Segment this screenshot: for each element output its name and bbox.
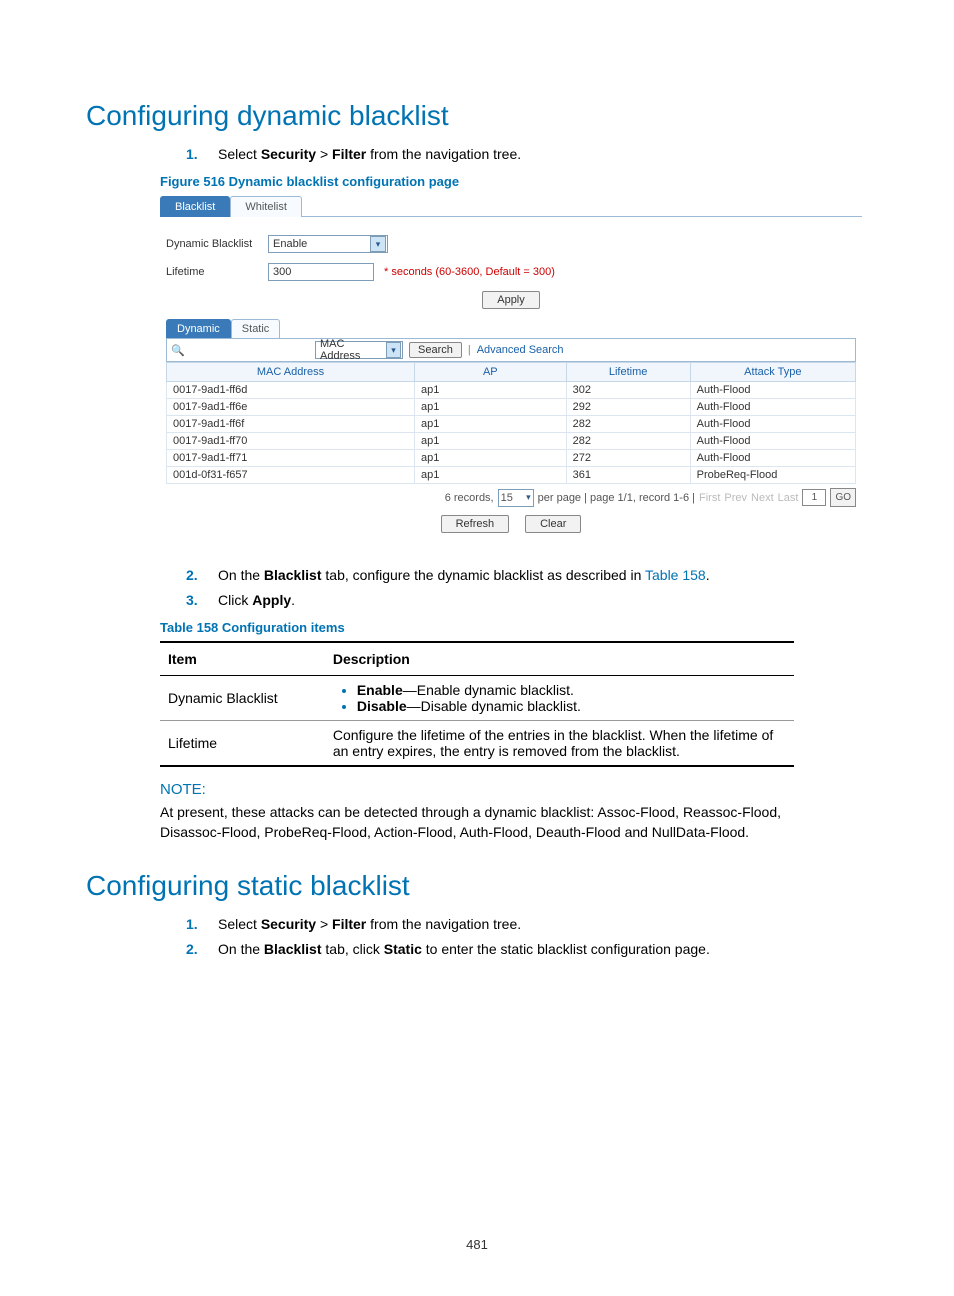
clear-button[interactable]: Clear <box>525 515 581 533</box>
table-row: 001d-0f31-f657ap1361ProbeReq-Flood <box>167 467 856 484</box>
search-icon: 🔍 <box>171 344 183 357</box>
label-lifetime: Lifetime <box>166 266 262 278</box>
step-number: 1. <box>186 144 200 164</box>
pager-page-input[interactable]: 1 <box>802 489 826 506</box>
pager-next[interactable]: Next <box>751 492 774 504</box>
table-row: 0017-9ad1-ff6eap1292Auth-Flood <box>167 399 856 416</box>
step-number: 3. <box>186 590 200 610</box>
cfg-desc: Enable—Enable dynamic blacklist. Disable… <box>325 675 794 720</box>
table-caption: Table 158 Configuration items <box>160 620 868 635</box>
chevron-down-icon: ▾ <box>386 342 401 358</box>
figure-screenshot: Blacklist Whitelist Dynamic Blacklist En… <box>160 195 862 541</box>
th-item: Item <box>160 642 325 676</box>
pager-go-button[interactable]: GO <box>830 488 856 507</box>
cfg-item: Dynamic Blacklist <box>160 675 325 720</box>
page-number: 481 <box>0 1237 954 1252</box>
label-dynamic-blacklist: Dynamic Blacklist <box>166 238 262 250</box>
note-body: At present, these attacks can be detecte… <box>160 802 794 843</box>
select-dynamic-blacklist[interactable]: Enable ▾ <box>268 235 388 253</box>
step-text: On the Blacklist tab, click Static to en… <box>218 939 710 959</box>
apply-button[interactable]: Apply <box>482 291 540 309</box>
config-items-table: Item Description Dynamic Blacklist Enabl… <box>160 641 794 767</box>
blacklist-table: MAC Address AP Lifetime Attack Type 0017… <box>166 362 856 484</box>
step-number: 2. <box>186 939 200 959</box>
pager-prev[interactable]: Prev <box>724 492 747 504</box>
pager-first[interactable]: First <box>699 492 720 504</box>
cfg-item: Lifetime <box>160 720 325 766</box>
col-attack-type[interactable]: Attack Type <box>690 363 855 382</box>
table-ref-link[interactable]: Table 158 <box>645 567 706 583</box>
subtab-static[interactable]: Static <box>231 319 281 338</box>
input-lifetime[interactable]: 300 <box>268 263 374 281</box>
pager-last[interactable]: Last <box>778 492 799 504</box>
select-page-size[interactable]: 15▾ <box>498 489 534 507</box>
col-ap[interactable]: AP <box>415 363 567 382</box>
chevron-down-icon: ▾ <box>370 236 386 252</box>
step-number: 2. <box>186 565 200 585</box>
heading-static-blacklist: Configuring static blacklist <box>86 870 868 902</box>
subtab-dynamic[interactable]: Dynamic <box>166 319 231 338</box>
step-text: Select Security > Filter from the naviga… <box>218 914 521 934</box>
refresh-button[interactable]: Refresh <box>441 515 510 533</box>
steps-static: 1. Select Security > Filter from the nav… <box>86 914 868 959</box>
tab-blacklist[interactable]: Blacklist <box>160 196 230 217</box>
table-row: 0017-9ad1-ff6fap1282Auth-Flood <box>167 416 856 433</box>
pager: 6 records, 15▾ per page | page 1/1, reco… <box>166 484 856 511</box>
hint-lifetime: * seconds (60-3600, Default = 300) <box>384 266 555 278</box>
table-row: 0017-9ad1-ff71ap1272Auth-Flood <box>167 450 856 467</box>
note-label: NOTE: <box>160 781 794 798</box>
step-number: 1. <box>186 914 200 934</box>
steps-dynamic: 1. Select Security > Filter from the nav… <box>86 144 868 164</box>
step-text: On the Blacklist tab, configure the dyna… <box>218 565 710 585</box>
table-row: 0017-9ad1-ff6dap1302Auth-Flood <box>167 382 856 399</box>
tab-whitelist[interactable]: Whitelist <box>230 196 302 217</box>
th-description: Description <box>325 642 794 676</box>
advanced-search-link[interactable]: Advanced Search <box>477 344 564 356</box>
step-text: Click Apply. <box>218 590 295 610</box>
steps-dynamic-cont: 2. On the Blacklist tab, configure the d… <box>86 565 868 610</box>
heading-dynamic-blacklist: Configuring dynamic blacklist <box>86 100 868 132</box>
col-lifetime[interactable]: Lifetime <box>566 363 690 382</box>
cfg-desc: Configure the lifetime of the entries in… <box>325 720 794 766</box>
select-search-field[interactable]: MAC Address ▾ <box>315 341 403 359</box>
search-button[interactable]: Search <box>409 342 462 358</box>
col-mac[interactable]: MAC Address <box>167 363 415 382</box>
step-text: Select Security > Filter from the naviga… <box>218 144 521 164</box>
table-row: 0017-9ad1-ff70ap1282Auth-Flood <box>167 433 856 450</box>
figure-caption: Figure 516 Dynamic blacklist configurati… <box>160 174 868 189</box>
